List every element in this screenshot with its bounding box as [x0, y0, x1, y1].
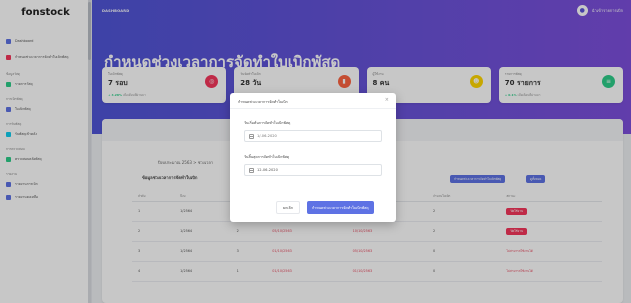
- start-date-label: วันเริ่มต้นการจัดทำใบเบิกพัสดุ: [244, 121, 291, 125]
- modal-header: กำหนดช่วงเวลาการจัดทำใบเบิก ×: [230, 93, 396, 109]
- start-date-input[interactable]: [257, 134, 357, 138]
- calendar-icon: [249, 133, 254, 139]
- calendar-icon: [249, 167, 254, 173]
- end-date-label: วันสิ้นสุดการจัดทำใบเบิกพัสดุ: [244, 155, 290, 159]
- period-modal: กำหนดช่วงเวลาการจัดทำใบเบิก × วันเริ่มต้…: [230, 93, 396, 222]
- save-period-button[interactable]: กำหนดช่วงเวลาการจัดทำใบเบิกพัสดุ: [307, 201, 374, 214]
- modal-title: กำหนดช่วงเวลาการจัดทำใบเบิก: [238, 100, 288, 104]
- end-date-input[interactable]: [257, 168, 357, 172]
- end-date-field[interactable]: [244, 164, 382, 176]
- close-icon[interactable]: ×: [385, 97, 389, 103]
- cancel-button[interactable]: ยกเลิก: [276, 201, 300, 214]
- start-date-field[interactable]: [244, 130, 382, 142]
